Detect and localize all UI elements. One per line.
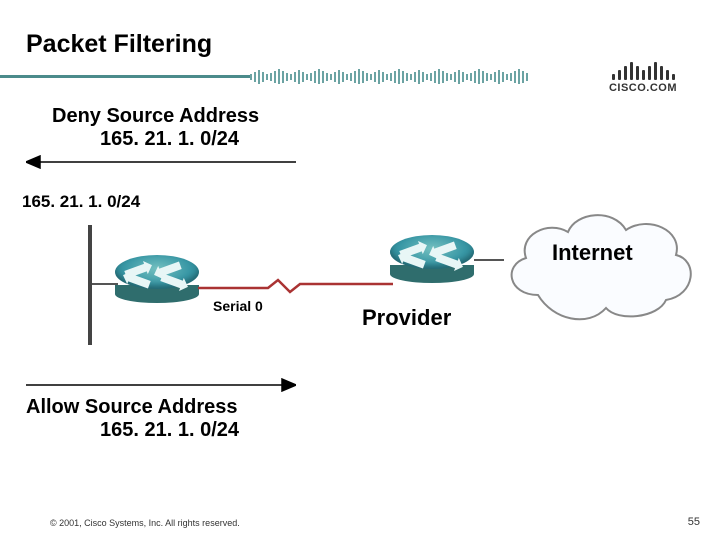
serial-label: Serial 0 — [213, 298, 263, 314]
cisco-logo-text: CISCO.COM — [588, 82, 698, 94]
header-rule — [0, 75, 250, 78]
cisco-logo-bars-icon — [588, 62, 698, 80]
subnet-label: 165. 21. 1. 0/24 — [22, 192, 140, 212]
provider-label: Provider — [362, 305, 451, 331]
serial-link — [198, 276, 393, 296]
router-icon — [115, 255, 199, 303]
page-number: 55 — [688, 516, 700, 528]
allow-label-line1: Allow Source Address — [26, 396, 238, 419]
arrow-left-icon — [26, 155, 296, 169]
diagram-area: Deny Source Address 165. 21. 1. 0/24 165… — [0, 100, 720, 470]
arrow-right-icon — [26, 378, 296, 392]
header-stripes — [250, 69, 590, 84]
allow-label-line2: 165. 21. 1. 0/24 — [100, 419, 239, 442]
router-icon — [390, 235, 474, 283]
slide-title: Packet Filtering — [26, 30, 212, 59]
deny-label-line2: 165. 21. 1. 0/24 — [100, 128, 239, 151]
deny-label-line1: Deny Source Address — [52, 105, 259, 128]
internet-label: Internet — [552, 240, 633, 266]
lan-segment — [88, 225, 92, 345]
copyright-text: © 2001, Cisco Systems, Inc. All rights r… — [50, 518, 240, 528]
cisco-logo: CISCO.COM — [588, 62, 698, 94]
